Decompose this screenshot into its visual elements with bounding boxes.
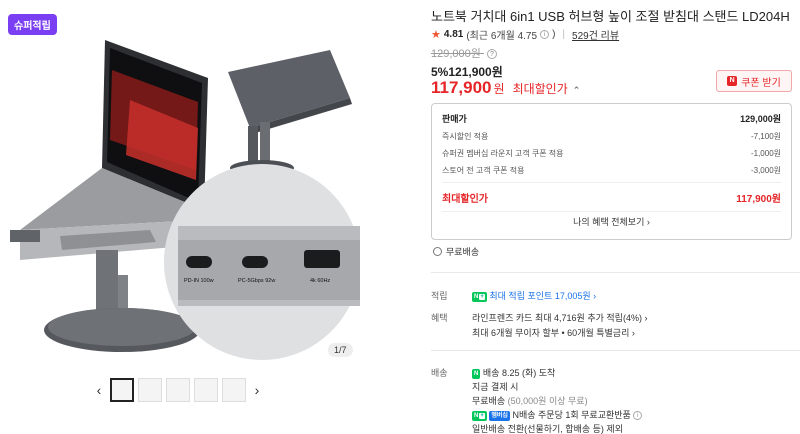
delivery-exception: 일반배송 전환(선물하기, 합배송 등) 제외 [472, 424, 623, 434]
price-total-row: 최대할인가 117,900원 [442, 194, 781, 205]
final-price-label: 최대할인가 [512, 82, 568, 96]
thumbnail-3[interactable] [166, 378, 190, 402]
installment-benefit[interactable]: 최대 6개월 무이자 할부 • 60개월 특별금리 › [472, 326, 635, 339]
thumbnail-5[interactable] [222, 378, 246, 402]
chevron-up-icon[interactable]: ⌃ [573, 85, 581, 96]
product-title: 노트북 거치대 6in1 USB 허브형 높이 조절 받침대 스탠드 LD204… [431, 9, 790, 24]
points-label: 적립 [431, 291, 448, 301]
product-gallery: 슈퍼적립 PD-IN 100w PC-5Gbps 92w 4k 60Hz 1/7… [0, 0, 360, 434]
delivery-date: N 배송 8.25 (화) 도착 [472, 368, 556, 379]
port-zoom-circle: PD-IN 100w PC-5Gbps 92w 4k 60Hz [164, 164, 360, 360]
final-price-unit: 원 [493, 82, 505, 96]
pd-in-label: PD-IN 100w [184, 278, 214, 284]
delivery-label: 배송 [431, 368, 448, 378]
price-breakdown-box: 판매가 129,000원 즉시할인 적용 -7,100원 슈퍼권 멤버십 라운지… [431, 103, 792, 240]
divider [431, 272, 800, 273]
naver-plus-icon: N + [472, 291, 487, 302]
image-counter: 1/7 [328, 343, 353, 357]
product-main-image[interactable]: PD-IN 100w PC-5Gbps 92w 4k 60Hz [0, 30, 360, 370]
coupon-icon: N [727, 76, 738, 86]
reviews-link[interactable]: 529건 리뷰 [572, 27, 619, 42]
thumbnail-4[interactable] [194, 378, 218, 402]
hdmi-label: 4k 60Hz [310, 278, 330, 284]
coupon-label: 쿠폰 받기 [741, 77, 781, 89]
final-price: 117,900 [431, 78, 492, 97]
card-benefit[interactable]: 라인프렌즈 카드 최대 4,716원 추가 적립(4%) › [472, 311, 647, 324]
star-icon: ★ [431, 29, 441, 41]
membership-tag: 멤버십 [489, 410, 510, 421]
final-price-row[interactable]: 117,900 원 최대할인가 ⌃ [431, 78, 580, 98]
price-row: 스토어 전 고객 쿠폰 적용 -3,000원 [442, 166, 781, 175]
price-row: 슈퍼권 멤버십 라운지 고객 쿠폰 적용 -1,000원 [442, 149, 781, 158]
rating-row: ★ 4.81 (최근 6개월 4.75 i) | 529건 리뷰 [431, 27, 620, 42]
rating-score: 4.81 [443, 29, 464, 40]
price-row: 판매가 129,000원 [442, 114, 781, 124]
chevron-left-icon[interactable]: ‹ [92, 382, 106, 398]
divider [442, 182, 781, 183]
rating-recent: (최근 6개월 4.75 [466, 31, 538, 42]
price-row: 즉시할인 적용 -7,100원 [442, 132, 781, 141]
pc-port-label: PC-5Gbps 92w [238, 278, 275, 284]
points-value[interactable]: N + 최대 적립 포인트 17,005원 › [472, 289, 596, 302]
delivery-free: 무료배송 (50,000원 이상 무료) [472, 396, 588, 406]
original-price: 129,000원 ? [431, 45, 497, 61]
coupon-button[interactable]: N 쿠폰 받기 [716, 70, 792, 92]
shipping-icon [433, 247, 442, 256]
info-icon[interactable]: i [540, 30, 550, 39]
chevron-right-icon[interactable]: › [250, 382, 264, 398]
delivery-membership: N + 멤버십 N배송 주문당 1회 무료교환반품 i [472, 408, 643, 421]
thumbnail-1[interactable] [110, 378, 134, 402]
info-icon[interactable]: i [633, 411, 643, 421]
free-shipping-row: 무료배송 [433, 245, 479, 258]
divider [431, 350, 800, 351]
benefits-label: 혜택 [431, 313, 448, 323]
rear-stand-illustration [228, 50, 352, 176]
delivery-condition: 지금 결제 시 [472, 382, 519, 392]
product-info: 노트북 거치대 6in1 USB 허브형 높이 조절 받침대 스탠드 LD204… [431, 0, 800, 434]
info-icon[interactable]: ? [486, 49, 497, 60]
all-benefits-link[interactable]: 나의 혜택 전체보기 › [442, 211, 781, 232]
naver-plus-icon: N + [472, 410, 487, 421]
thumbnail-strip: ‹ › [92, 376, 264, 404]
thumbnail-2[interactable] [138, 378, 162, 402]
n-delivery-icon: N [472, 368, 481, 379]
